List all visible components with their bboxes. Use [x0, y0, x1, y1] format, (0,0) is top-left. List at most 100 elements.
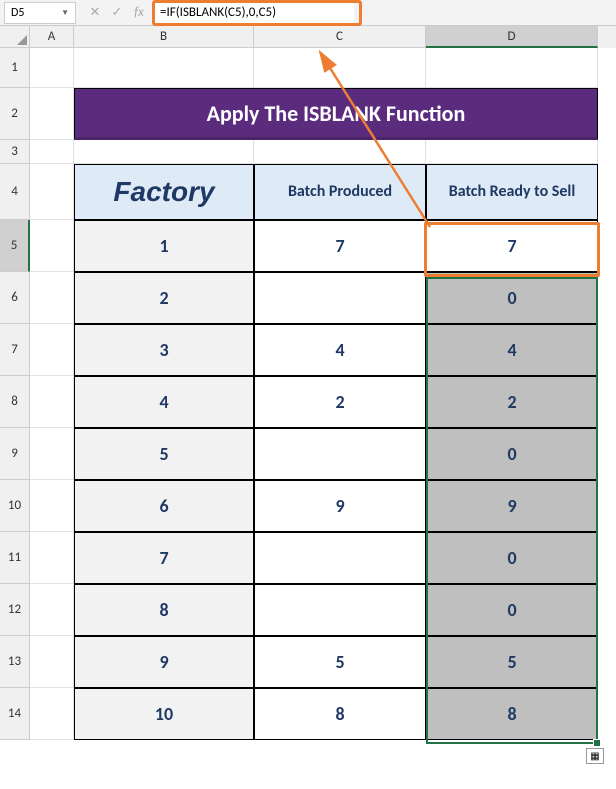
fill-handle[interactable] [593, 739, 601, 747]
cell-ready-5[interactable]: 7 [426, 220, 598, 272]
row-header-7[interactable]: 7 [0, 324, 30, 376]
cell-factory-6[interactable]: 2 [74, 272, 254, 324]
header-produced[interactable]: Batch Produced [254, 164, 426, 220]
cell-ready-10[interactable]: 9 [426, 480, 598, 532]
row-1: 1 [0, 48, 616, 88]
cell-A2[interactable] [30, 88, 74, 140]
row-5: 5177 [0, 220, 616, 272]
row-7: 7344 [0, 324, 616, 376]
formula-bar-icons: ✕ ✓ fx [88, 5, 146, 20]
cell-produced-5[interactable]: 7 [254, 220, 426, 272]
cell-A5[interactable] [30, 220, 74, 272]
row-header-5[interactable]: 5 [0, 220, 30, 272]
cell-A14[interactable] [30, 688, 74, 740]
cell-produced-13[interactable]: 5 [254, 636, 426, 688]
chevron-down-icon[interactable]: ▼ [61, 8, 69, 18]
col-header-D[interactable]: D [426, 26, 598, 48]
select-all-corner[interactable] [0, 26, 30, 48]
cell-D1[interactable] [426, 48, 598, 88]
row-3: 3 [0, 140, 616, 164]
row-4: 4 Factory Batch Produced Batch Ready to … [0, 164, 616, 220]
cell-C3[interactable] [254, 140, 426, 164]
cell-A12[interactable] [30, 584, 74, 636]
formula-bar: D5 ▼ ✕ ✓ fx =IF(ISBLANK(C5),0,C5) [0, 0, 616, 26]
row-header-8[interactable]: 8 [0, 376, 30, 428]
cell-ready-14[interactable]: 8 [426, 688, 598, 740]
cell-produced-10[interactable]: 9 [254, 480, 426, 532]
formula-input[interactable]: =IF(ISBLANK(C5),0,C5) [154, 2, 354, 24]
cell-ready-13[interactable]: 5 [426, 636, 598, 688]
row-6: 62 0 [0, 272, 616, 324]
row-header-2[interactable]: 2 [0, 88, 30, 140]
cell-produced-8[interactable]: 2 [254, 376, 426, 428]
row-2: 2 Apply The ISBLANK Function [0, 88, 616, 140]
row-header-10[interactable]: 10 [0, 480, 30, 532]
row-header-1[interactable]: 1 [0, 48, 30, 88]
autofill-options-icon[interactable]: ▦ [586, 748, 604, 764]
cell-B1[interactable] [74, 48, 254, 88]
row-header-14[interactable]: 14 [0, 688, 30, 740]
header-factory[interactable]: Factory [74, 164, 254, 220]
row-12: 12 8 0 [0, 584, 616, 636]
cell-A4[interactable] [30, 164, 74, 220]
cell-produced-6[interactable] [254, 272, 426, 324]
cell-produced-7[interactable]: 4 [254, 324, 426, 376]
enter-icon[interactable]: ✓ [110, 5, 124, 20]
cancel-icon[interactable]: ✕ [88, 5, 102, 20]
cell-produced-11[interactable] [254, 532, 426, 584]
cell-factory-13[interactable]: 9 [74, 636, 254, 688]
cell-A6[interactable] [30, 272, 74, 324]
row-header-6[interactable]: 6 [0, 272, 30, 324]
cell-A11[interactable] [30, 532, 74, 584]
cell-A1[interactable] [30, 48, 74, 88]
cell-ready-6[interactable]: 0 [426, 272, 598, 324]
row-header-4[interactable]: 4 [0, 164, 30, 220]
cell-ready-12[interactable]: 0 [426, 584, 598, 636]
row-header-12[interactable]: 12 [0, 584, 30, 636]
title-cell[interactable]: Apply The ISBLANK Function [74, 88, 598, 140]
spreadsheet: A B C D 1 2 Apply The ISBLANK Function 3… [0, 26, 616, 740]
cell-B3[interactable] [74, 140, 254, 164]
cell-A9[interactable] [30, 428, 74, 480]
cell-ready-9[interactable]: 0 [426, 428, 598, 480]
cell-factory-11[interactable]: 7 [74, 532, 254, 584]
cell-factory-8[interactable]: 4 [74, 376, 254, 428]
row-13: 13955 [0, 636, 616, 688]
cell-A3[interactable] [30, 140, 74, 164]
cell-factory-5[interactable]: 1 [74, 220, 254, 272]
row-14: 141088 [0, 688, 616, 740]
row-header-9[interactable]: 9 [0, 428, 30, 480]
cell-factory-14[interactable]: 10 [74, 688, 254, 740]
cell-produced-12[interactable] [254, 584, 426, 636]
cell-A13[interactable] [30, 636, 74, 688]
cell-D3[interactable] [426, 140, 598, 164]
row-8: 8422 [0, 376, 616, 428]
col-header-C[interactable]: C [254, 26, 426, 48]
row-9: 95 0 [0, 428, 616, 480]
fx-icon[interactable]: fx [132, 5, 146, 20]
cell-factory-12[interactable]: 8 [74, 584, 254, 636]
cell-A10[interactable] [30, 480, 74, 532]
cell-factory-10[interactable]: 6 [74, 480, 254, 532]
cell-factory-7[interactable]: 3 [74, 324, 254, 376]
cell-produced-9[interactable] [254, 428, 426, 480]
row-header-11[interactable]: 11 [0, 532, 30, 584]
cell-A7[interactable] [30, 324, 74, 376]
cell-ready-11[interactable]: 0 [426, 532, 598, 584]
row-header-13[interactable]: 13 [0, 636, 30, 688]
header-ready[interactable]: Batch Ready to Sell [426, 164, 598, 220]
cell-ready-8[interactable]: 2 [426, 376, 598, 428]
cell-C1[interactable] [254, 48, 426, 88]
col-header-B[interactable]: B [74, 26, 254, 48]
col-header-A[interactable]: A [30, 26, 74, 48]
cell-produced-14[interactable]: 8 [254, 688, 426, 740]
cell-A8[interactable] [30, 376, 74, 428]
cell-ready-7[interactable]: 4 [426, 324, 598, 376]
row-header-3[interactable]: 3 [0, 140, 30, 164]
row-10: 10699 [0, 480, 616, 532]
cell-factory-9[interactable]: 5 [74, 428, 254, 480]
name-box-value: D5 [11, 6, 24, 20]
column-headers: A B C D [0, 26, 616, 48]
row-11: 11 7 0 [0, 532, 616, 584]
name-box[interactable]: D5 ▼ [4, 2, 76, 24]
